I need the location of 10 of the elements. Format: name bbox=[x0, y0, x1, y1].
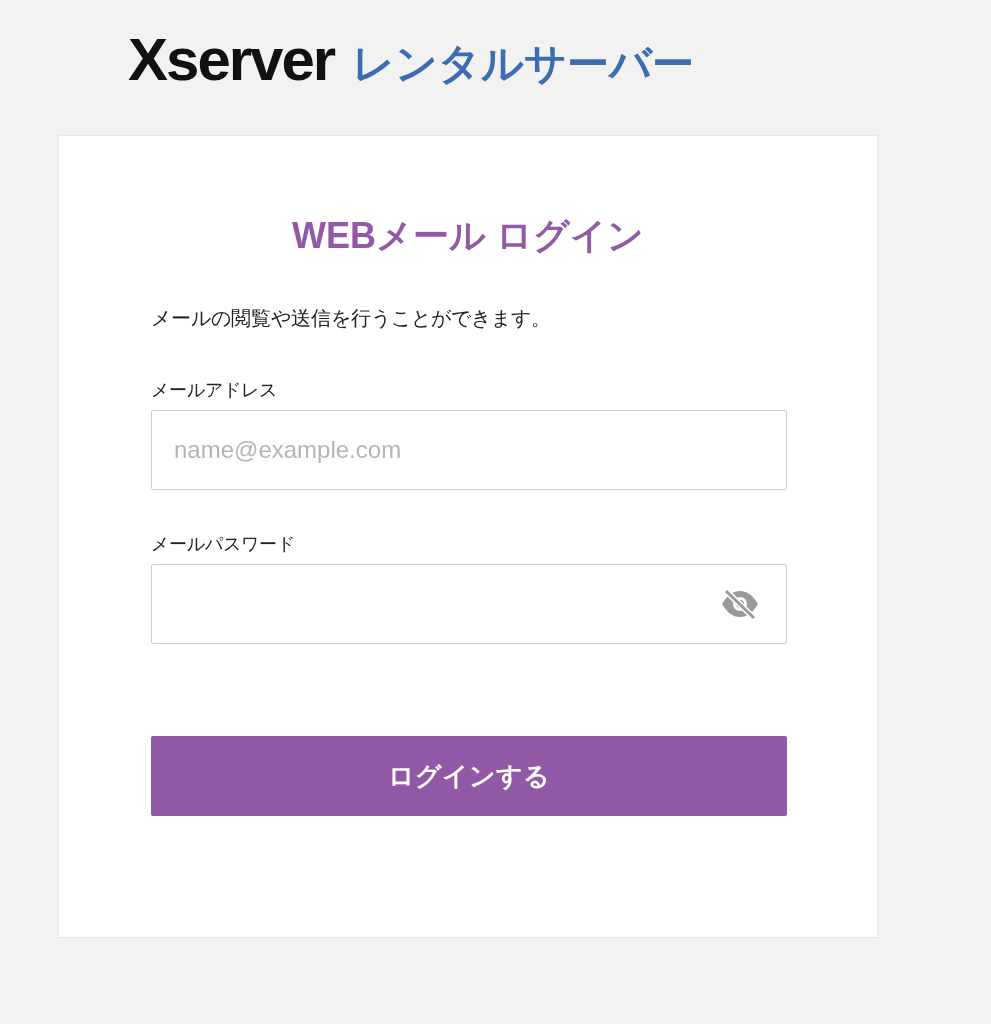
login-button[interactable]: ログインする bbox=[151, 736, 787, 816]
field-label: メールアドレス bbox=[151, 379, 278, 402]
eye-slash-icon[interactable] bbox=[719, 588, 761, 620]
field-label: メールパスワード bbox=[151, 533, 296, 556]
email-field[interactable]: name@example.com bbox=[151, 410, 787, 490]
logo-wordmark: Xserver bbox=[128, 28, 335, 92]
card-title: WEBメール ログイン bbox=[291, 214, 645, 258]
password-field[interactable] bbox=[151, 564, 787, 644]
logo-subtitle: レンタルサーバー bbox=[352, 39, 695, 89]
card-description: メールの閲覧や送信を行うことができます。 bbox=[151, 306, 552, 331]
